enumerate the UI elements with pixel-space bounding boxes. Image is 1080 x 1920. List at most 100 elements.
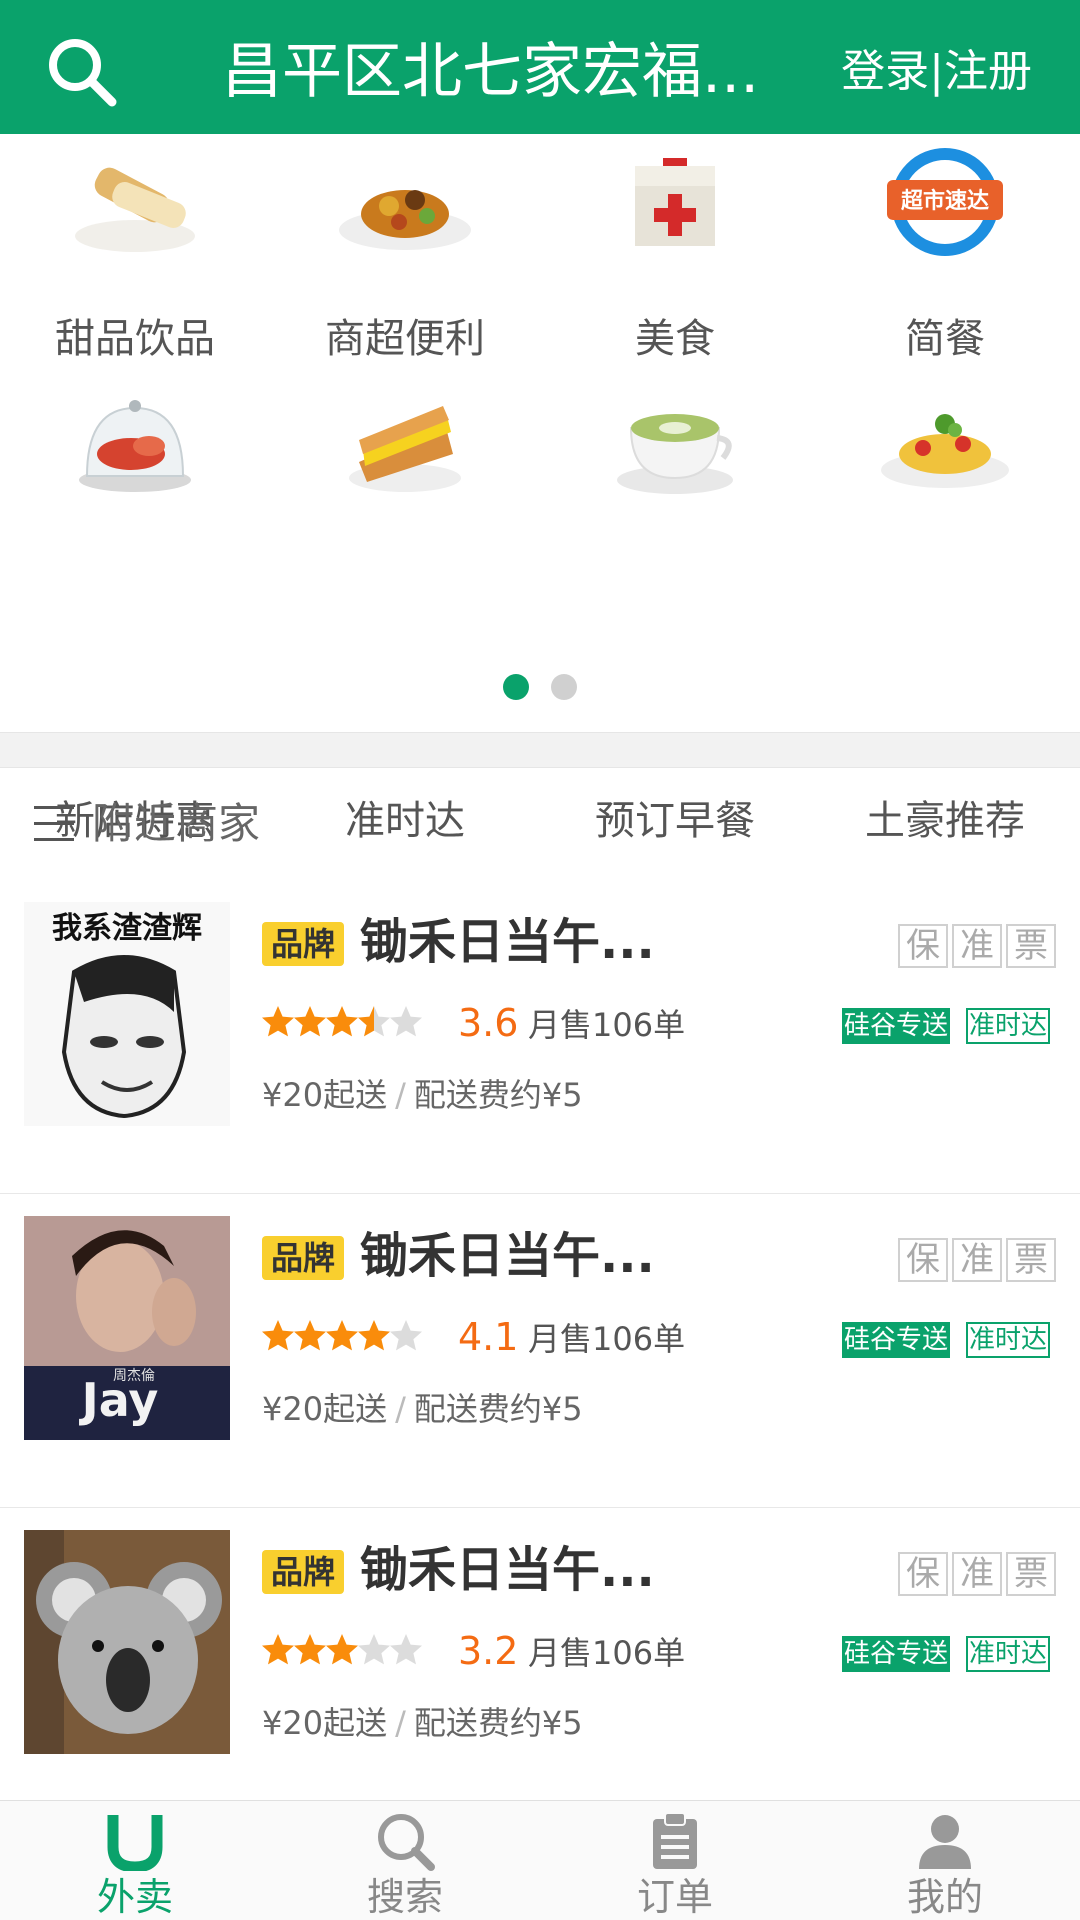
delivery-info: ¥20起送 / 配送费约¥5 <box>262 1384 583 1434</box>
monthly-sales: 月售106单 <box>528 1006 686 1044</box>
nearby-title: 附近商家 <box>92 799 261 848</box>
delivery-fee: 配送费约¥5 <box>413 1076 583 1114</box>
top-header: 昌平区北七家宏福... 登录|注册 <box>0 0 1080 134</box>
star-icon <box>388 1004 424 1040</box>
star-icon <box>324 1318 360 1354</box>
category-breakfast-booking[interactable]: 预订早餐 <box>540 384 810 844</box>
category-new-shop-deals[interactable]: 新店特惠 <box>0 384 270 844</box>
supermarket-express-logo: 超市速达 <box>875 144 1015 264</box>
monthly-sales: 月售106单 <box>528 1634 686 1672</box>
delivery-service-tag: 硅谷专送 <box>842 1636 950 1672</box>
shop-list-item[interactable]: 品牌 锄禾日当午... 保准票 3.2 月售106单 硅谷专送 准时达 ¥20起… <box>0 1508 1080 1822</box>
ontime-badge: 准 <box>952 924 1002 968</box>
delivery-service-tag: 硅谷专送 <box>842 1322 950 1358</box>
delivery-info: ¥20起送 / 配送费约¥5 <box>262 1698 583 1748</box>
login-register-link[interactable]: 登录|注册 <box>841 44 1032 100</box>
search-icon <box>375 1811 435 1871</box>
star-icon <box>292 1318 328 1354</box>
tab-label: 搜索 <box>366 1875 443 1919</box>
min-order: ¥20起送 <box>262 1076 388 1114</box>
meme-cartoon-image: 我系渣渣辉 <box>24 902 230 1126</box>
section-divider <box>0 732 1080 768</box>
service-badges: 保准票 <box>894 924 1056 968</box>
delivery-fee: 配送费约¥5 <box>413 1704 583 1742</box>
tab-label: 外卖 <box>96 1875 173 1919</box>
tab-label: 订单 <box>636 1875 713 1919</box>
shop-name[interactable]: 锄禾日当午... <box>360 1538 655 1602</box>
tab-orders[interactable]: 订单 <box>540 1801 810 1920</box>
brand-badge: 品牌 <box>262 1236 344 1280</box>
location-title[interactable]: 昌平区北七家宏福... <box>222 32 762 112</box>
ontime-badge: 准 <box>952 1552 1002 1596</box>
rating-value: 3.2 <box>458 1629 519 1673</box>
separator: / <box>395 1704 406 1742</box>
invoice-badge: 票 <box>1006 924 1056 968</box>
separator: / <box>395 1076 406 1114</box>
star-icon <box>388 1318 424 1354</box>
category-grid: 甜品饮品 商超便利 美食 超市速达 简餐 新店特惠 准时达 预订早餐 土豪推荐 <box>0 134 1080 844</box>
invoice-badge: 票 <box>1006 1552 1056 1596</box>
carousel-pager <box>0 674 1080 702</box>
category-rich-recommend[interactable]: 土豪推荐 <box>810 384 1080 844</box>
bottom-tab-bar: 外卖 搜索 订单 我的 <box>0 1800 1080 1920</box>
svg-text:我系渣渣辉: 我系渣渣辉 <box>52 911 202 946</box>
first-aid-box-icon <box>605 144 745 264</box>
pager-dot[interactable] <box>551 674 577 700</box>
star-icon <box>324 1632 360 1668</box>
ontime-badge: 准 <box>952 1238 1002 1282</box>
shop-name[interactable]: 锄禾日当午... <box>360 910 655 974</box>
guarantee-badge: 保 <box>898 1552 948 1596</box>
star-icon <box>388 1632 424 1668</box>
user-icon <box>915 1811 975 1871</box>
star-icon <box>324 1004 360 1040</box>
brand-badge: 品牌 <box>262 922 344 966</box>
star-icon <box>356 1632 392 1668</box>
star-icon <box>292 1632 328 1668</box>
list-menu-icon <box>34 806 74 842</box>
takeout-u-icon <box>105 1811 165 1873</box>
brand-badge: 品牌 <box>262 1550 344 1594</box>
tab-search[interactable]: 搜索 <box>270 1801 540 1920</box>
star-icon <box>356 1004 392 1040</box>
search-icon[interactable] <box>44 34 120 110</box>
latte-icon <box>605 384 745 504</box>
monthly-sales: 月售106单 <box>528 1320 686 1358</box>
rating-value: 3.6 <box>458 1001 519 1045</box>
koala-photo-image <box>24 1530 230 1754</box>
category-on-time[interactable]: 准时达 <box>270 384 540 844</box>
clipboard-icon <box>645 1811 705 1871</box>
guarantee-badge: 保 <box>898 924 948 968</box>
shop-name[interactable]: 锄禾日当午... <box>360 1224 655 1288</box>
tab-mine[interactable]: 我的 <box>810 1801 1080 1920</box>
star-icon <box>260 1004 296 1040</box>
ontime-tag: 准时达 <box>966 1322 1050 1358</box>
separator: / <box>395 1390 406 1428</box>
rating-value: 4.1 <box>458 1315 519 1359</box>
svg-text:超市速达: 超市速达 <box>901 188 989 214</box>
pasta-icon <box>875 384 1015 504</box>
pager-dot-active[interactable] <box>503 674 529 700</box>
star-icon <box>356 1318 392 1354</box>
star-icon <box>260 1318 296 1354</box>
jay-album-cover-image: Jay 周杰倫 <box>24 1216 230 1440</box>
spring-roll-icon <box>65 144 205 264</box>
delivery-info: ¥20起送 / 配送费约¥5 <box>262 1070 583 1120</box>
star-icon <box>292 1004 328 1040</box>
shop-list-item[interactable]: 我系渣渣辉 品牌 锄禾日当午... 保准票 3.6 月售106单 硅谷专送 准时… <box>0 880 1080 1194</box>
service-badges: 保准票 <box>894 1238 1056 1282</box>
min-order: ¥20起送 <box>262 1390 388 1428</box>
ontime-tag: 准时达 <box>966 1636 1050 1672</box>
lobster-dome-icon <box>65 384 205 504</box>
service-badges: 保准票 <box>894 1552 1056 1596</box>
sandwich-icon <box>335 384 475 504</box>
ontime-tag: 准时达 <box>966 1008 1050 1044</box>
guarantee-badge: 保 <box>898 1238 948 1282</box>
invoice-badge: 票 <box>1006 1238 1056 1282</box>
star-icon <box>260 1632 296 1668</box>
tab-takeout[interactable]: 外卖 <box>0 1801 270 1920</box>
shop-list-item[interactable]: Jay 周杰倫 品牌 锄禾日当午... 保准票 4.1 月售106单 硅谷专送 … <box>0 1194 1080 1508</box>
tab-label: 我的 <box>906 1875 983 1919</box>
min-order: ¥20起送 <box>262 1704 388 1742</box>
delivery-service-tag: 硅谷专送 <box>842 1008 950 1044</box>
svg-text:周杰倫: 周杰倫 <box>113 1368 155 1384</box>
